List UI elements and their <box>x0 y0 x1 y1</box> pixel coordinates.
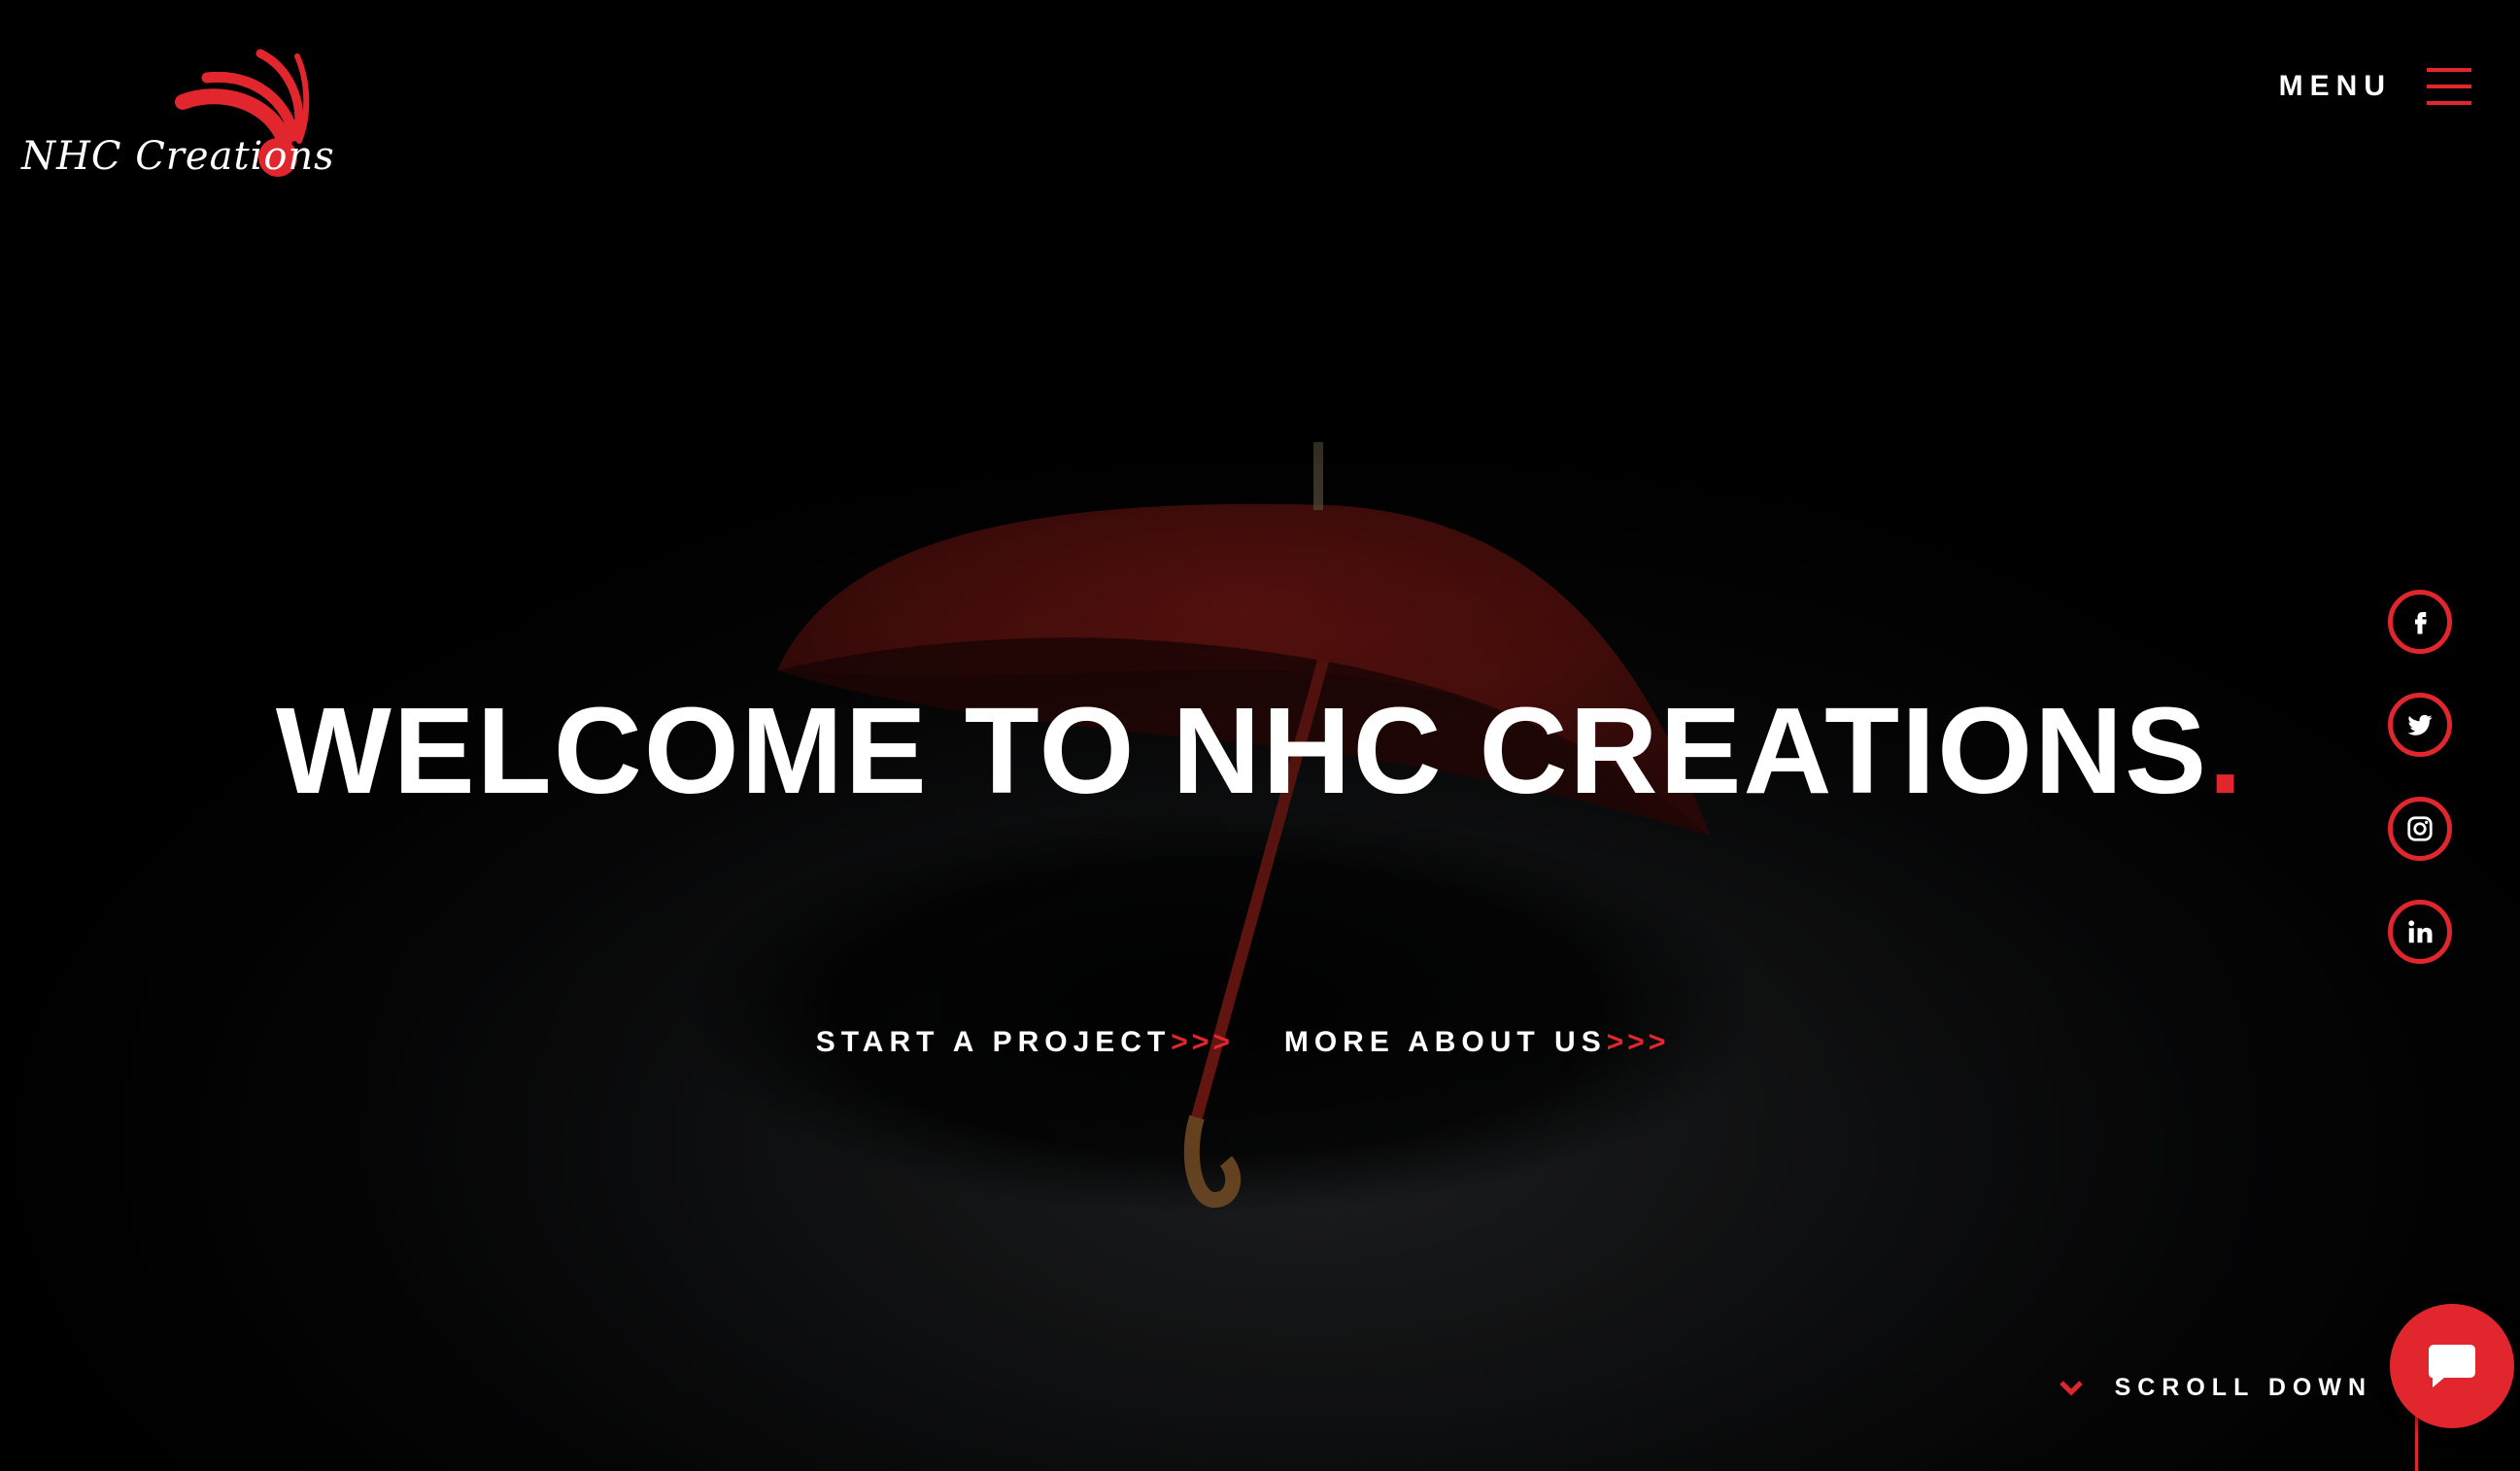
more-about-us-link[interactable]: MORE ABOUT US>>> <box>1284 1026 1669 1059</box>
hero-title-dot: . <box>2208 682 2245 819</box>
hero-title: WELCOME TO NHC CREATIONS. <box>0 680 2520 821</box>
instagram-link[interactable] <box>2388 797 2452 861</box>
twitter-link[interactable] <box>2388 693 2452 757</box>
hero-page: NHC Creations MENU WELCOME TO NHC CREATI… <box>0 0 2520 1471</box>
chat-button[interactable] <box>2390 1304 2514 1428</box>
start-project-link[interactable]: START A PROJECT>>> <box>816 1026 1234 1059</box>
scroll-down-link[interactable]: SCROLL DOWN <box>2059 1374 2372 1402</box>
instagram-icon <box>2407 816 2433 841</box>
more-about-us-label: MORE ABOUT US <box>1283 1026 1607 1058</box>
linkedin-link[interactable] <box>2388 900 2452 964</box>
hamburger-icon <box>2427 64 2471 109</box>
linkedin-icon <box>2408 920 2433 943</box>
chat-bubble-icon <box>2429 1345 2475 1387</box>
cta-row: START A PROJECT>>> MORE ABOUT US>>> <box>0 1026 2503 1059</box>
brand-logo[interactable]: NHC Creations <box>17 49 334 185</box>
scroll-down-label: SCROLL DOWN <box>2114 1374 2372 1401</box>
logo-text: NHC Creations <box>21 134 335 179</box>
start-project-arrows: >>> <box>1171 1026 1234 1058</box>
start-project-label: START A PROJECT <box>815 1026 1172 1058</box>
menu-label: MENU <box>2278 70 2392 102</box>
twitter-icon <box>2407 714 2433 736</box>
more-about-us-arrows: >>> <box>1606 1026 1670 1058</box>
facebook-icon <box>2415 612 2427 634</box>
facebook-link[interactable] <box>2388 590 2452 654</box>
menu-button[interactable]: MENU <box>2279 64 2471 109</box>
hero-title-text: WELCOME TO NHC CREATIONS <box>275 682 2209 819</box>
chevron-down-icon <box>2059 1380 2083 1396</box>
